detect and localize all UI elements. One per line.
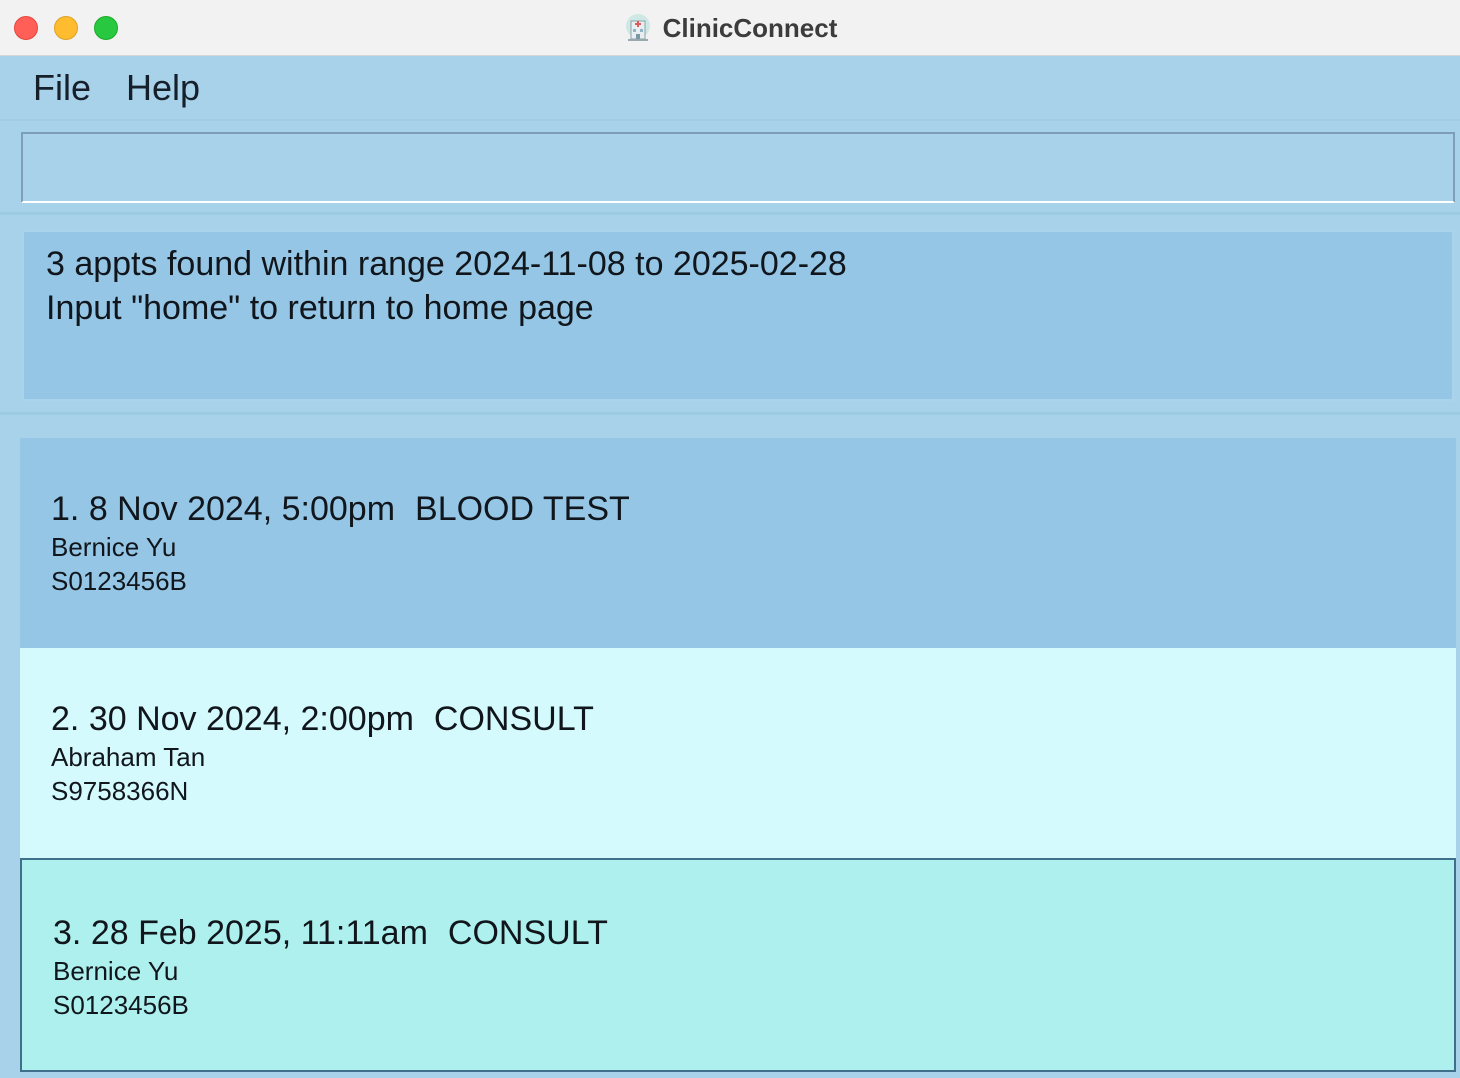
appointment-card[interactable]: 1. 8 Nov 2024, 5:00pm BLOOD TEST Bernice … bbox=[20, 438, 1456, 648]
appointment-header: 1. 8 Nov 2024, 5:00pm BLOOD TEST bbox=[51, 490, 630, 529]
appointment-index: 2. bbox=[51, 700, 80, 738]
appointment-list: 1. 8 Nov 2024, 5:00pm BLOOD TEST Bernice … bbox=[0, 418, 1460, 1078]
menu-bar: File Help bbox=[0, 57, 1460, 121]
menu-file[interactable]: File bbox=[27, 67, 97, 109]
patient-name: Bernice Yu bbox=[51, 532, 177, 562]
appointment-header: 2. 30 Nov 2024, 2:00pm CONSULT bbox=[51, 700, 594, 739]
menu-help[interactable]: Help bbox=[120, 67, 206, 109]
app-window: ClinicConnect File Help 3 appts found wi… bbox=[0, 0, 1460, 1078]
appointment-index: 1. bbox=[51, 490, 80, 528]
result-display: 3 appts found within range 2024-11-08 to… bbox=[22, 230, 1454, 401]
result-message-line: 3 appts found within range 2024-11-08 to… bbox=[46, 245, 847, 283]
command-box-area bbox=[0, 121, 1460, 215]
appointment-card[interactable]: 2. 30 Nov 2024, 2:00pm CONSULT Abraham Ta… bbox=[20, 648, 1456, 858]
appointment-index: 3. bbox=[53, 914, 82, 952]
appointment-card-selected[interactable]: 3. 28 Feb 2025, 11:11am CONSULT Bernice Y… bbox=[20, 858, 1456, 1072]
title-bar: ClinicConnect bbox=[0, 0, 1460, 56]
appointment-type: BLOOD TEST bbox=[415, 490, 630, 528]
patient-name: Abraham Tan bbox=[51, 742, 206, 772]
appointment-datetime: 8 Nov 2024, 5:00pm bbox=[88, 490, 396, 528]
appointment-datetime: 30 Nov 2024, 2:00pm bbox=[88, 700, 414, 738]
patient-nric: S9758366N bbox=[51, 776, 189, 806]
appointment-type: CONSULT bbox=[433, 700, 594, 738]
result-hint-line: Input "home" to return to home page bbox=[46, 289, 594, 327]
window-title: ClinicConnect bbox=[662, 12, 838, 43]
patient-name: Bernice Yu bbox=[53, 956, 179, 986]
clinic-building-icon bbox=[623, 13, 653, 43]
patient-nric: S0123456B bbox=[51, 566, 187, 596]
patient-nric: S0123456B bbox=[53, 990, 189, 1020]
appointment-type: CONSULT bbox=[447, 914, 608, 952]
appointment-header: 3. 28 Feb 2025, 11:11am CONSULT bbox=[53, 914, 608, 953]
result-display-area: 3 appts found within range 2024-11-08 to… bbox=[0, 218, 1460, 415]
command-input[interactable] bbox=[21, 132, 1455, 203]
appointment-datetime: 28 Feb 2025, 11:11am bbox=[90, 914, 428, 952]
title-group: ClinicConnect bbox=[0, 0, 1460, 56]
